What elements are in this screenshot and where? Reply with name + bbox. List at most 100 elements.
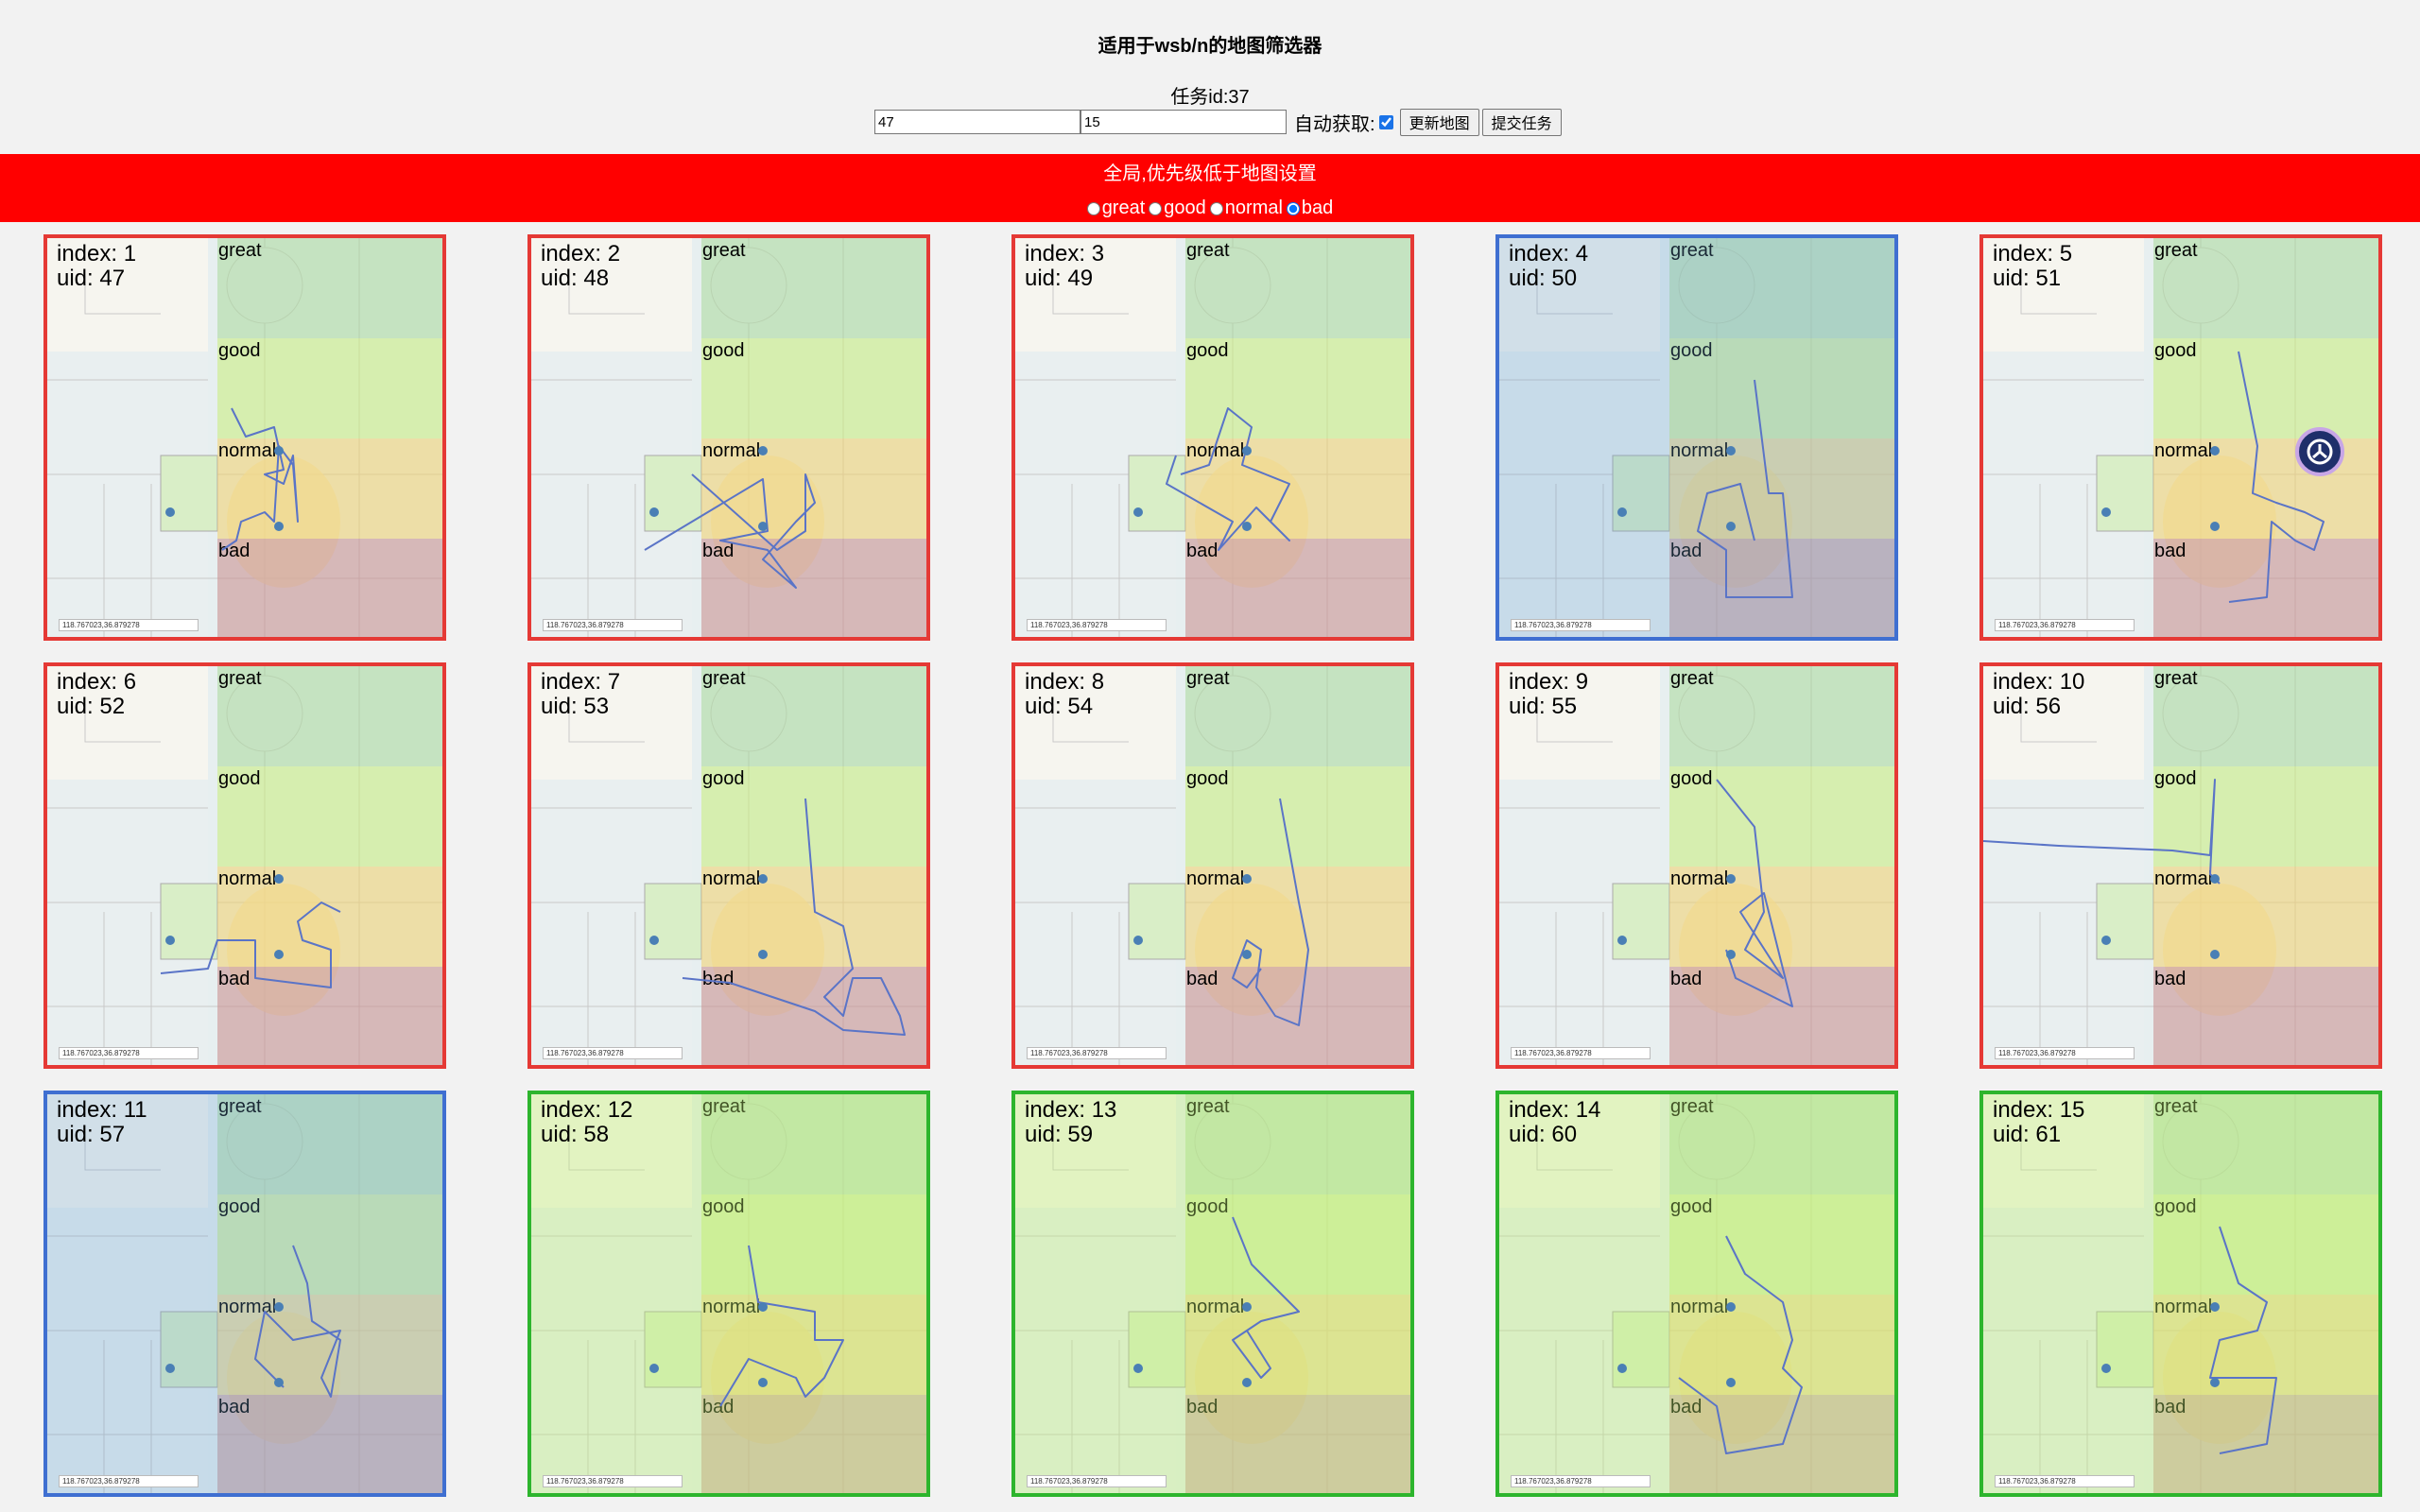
map-pin-icon <box>165 936 175 945</box>
coordinate-readout: 118.767023,36.879278 <box>59 619 199 631</box>
map-pin-icon <box>649 936 659 945</box>
card-index: index: 7 <box>541 669 621 695</box>
map-card[interactable]: great good normal bad index: 1 uid: 47 118.76… <box>43 234 446 641</box>
map-pin-icon <box>2210 446 2220 455</box>
card-header: index: 11 uid: 57 <box>57 1098 147 1147</box>
map-card[interactable]: great good normal bad index: 3 uid: 49 118.76… <box>1011 234 1414 641</box>
map-card[interactable]: great good normal bad index: 2 uid: 48 118.76… <box>527 234 930 641</box>
map-pin-icon <box>1726 874 1736 884</box>
track-route <box>682 798 906 1036</box>
auto-fetch-label: 自动获取: <box>1294 113 1375 135</box>
map-card[interactable]: great good normal bad index: 9 uid: 55 118.76… <box>1495 662 1898 1069</box>
radio-good[interactable] <box>1149 201 1163 215</box>
map-pin-icon <box>2210 1302 2220 1312</box>
coordinate-readout: 118.767023,36.879278 <box>1511 619 1651 631</box>
map-pin-icon <box>2210 874 2220 884</box>
map-card[interactable]: great good normal bad index: 12 uid: 58 118.7… <box>527 1091 930 1497</box>
map-pin-icon <box>1242 446 1252 455</box>
map-pin-icon <box>2210 522 2220 531</box>
floating-assistant-icon[interactable] <box>2295 427 2344 476</box>
map-pin-icon <box>274 950 284 959</box>
page-title: 适用于wsb/n的地图筛选器 <box>1098 36 1322 57</box>
card-header: index: 7 uid: 53 <box>541 670 620 719</box>
card-index: index: 6 <box>57 669 137 695</box>
card-index: index: 12 <box>541 1097 633 1123</box>
track-route <box>160 902 341 988</box>
map-card[interactable]: great good normal bad index: 13 uid: 59 118.7… <box>1011 1091 1414 1497</box>
track-route <box>1697 379 1793 598</box>
card-uid: uid: 56 <box>1993 694 2062 719</box>
start-uid-input[interactable] <box>874 110 1080 134</box>
map-pin-icon <box>758 522 768 531</box>
card-uid: uid: 53 <box>541 694 610 719</box>
map-pin-icon <box>2210 950 2220 959</box>
map-card[interactable]: great good normal bad index: 5 uid: 51 118.76… <box>1979 234 2382 641</box>
update-map-button[interactable]: 更新地图 <box>1399 108 1479 136</box>
coordinate-readout: 118.767023,36.879278 <box>59 1047 199 1059</box>
map-pin-icon <box>165 1364 175 1373</box>
map-card[interactable]: great good normal bad index: 15 uid: 61 118.7… <box>1979 1091 2382 1497</box>
count-input[interactable] <box>1080 110 1287 134</box>
map-card[interactable]: great good normal bad index: 11 uid: 57 118.7… <box>43 1091 446 1497</box>
submit-task-button[interactable]: 提交任务 <box>1481 108 1562 136</box>
map-pin-icon <box>1726 1378 1736 1387</box>
map-pin-icon <box>758 950 768 959</box>
map-card[interactable]: great good normal bad index: 8 uid: 54 118.76… <box>1011 662 1414 1069</box>
map-pin-icon <box>274 1378 284 1387</box>
map-card[interactable]: great good normal bad index: 7 uid: 53 118.76… <box>527 662 930 1069</box>
map-pin-icon <box>1242 522 1252 531</box>
map-card[interactable]: great good normal bad index: 14 uid: 60 118.7… <box>1495 1091 1898 1497</box>
card-uid: uid: 58 <box>541 1122 610 1147</box>
track-route <box>1983 779 2221 885</box>
radio-great[interactable] <box>1086 201 1100 215</box>
global-radio-good[interactable]: good <box>1149 198 1206 219</box>
map-card[interactable]: great good normal bad index: 4 uid: 50 118.76… <box>1495 234 1898 641</box>
map-pin-icon <box>1726 1302 1736 1312</box>
card-uid: uid: 51 <box>1993 266 2062 291</box>
map-pin-icon <box>1242 950 1252 959</box>
card-index: index: 13 <box>1025 1097 1117 1123</box>
map-card[interactable]: great good normal bad index: 6 uid: 52 118.76… <box>43 662 446 1069</box>
map-pin-icon <box>649 507 659 517</box>
card-index: index: 14 <box>1509 1097 1601 1123</box>
card-uid: uid: 50 <box>1509 266 1578 291</box>
card-header: index: 1 uid: 47 <box>57 242 136 291</box>
map-pin-icon <box>1726 522 1736 531</box>
global-radio-bad[interactable]: bad <box>1286 198 1333 219</box>
card-index: index: 15 <box>1993 1097 2085 1123</box>
task-id-label: 任务id:37 <box>1170 87 1250 108</box>
track-route <box>1232 798 1309 1026</box>
control-row: 自动获取: 更新地图 提交任务 <box>874 108 1562 136</box>
coordinate-readout: 118.767023,36.879278 <box>543 1475 683 1487</box>
map-pin-icon <box>274 874 284 884</box>
coordinate-readout: 118.767023,36.879278 <box>543 619 683 631</box>
radio-bad[interactable] <box>1286 201 1300 215</box>
map-card[interactable]: great good normal bad index: 10 uid: 56 118.7… <box>1979 662 2382 1069</box>
track-route <box>1232 1216 1300 1379</box>
map-pin-icon <box>1242 874 1252 884</box>
card-header: index: 8 uid: 54 <box>1025 670 1104 719</box>
map-pin-icon <box>2210 1378 2220 1387</box>
card-header: index: 4 uid: 50 <box>1509 242 1588 291</box>
map-pin-icon <box>1617 507 1627 517</box>
radio-normal[interactable] <box>1209 201 1223 215</box>
card-uid: uid: 48 <box>541 266 610 291</box>
coordinate-readout: 118.767023,36.879278 <box>543 1047 683 1059</box>
card-header: index: 13 uid: 59 <box>1025 1098 1116 1147</box>
map-pin-icon <box>758 1378 768 1387</box>
global-radio-normal[interactable]: normal <box>1209 198 1283 219</box>
map-pin-icon <box>1133 507 1143 517</box>
card-index: index: 4 <box>1509 241 1589 266</box>
card-header: index: 9 uid: 55 <box>1509 670 1588 719</box>
card-index: index: 5 <box>1993 241 2073 266</box>
map-pin-icon <box>274 1302 284 1312</box>
map-pin-icon <box>274 446 284 455</box>
card-uid: uid: 60 <box>1509 1122 1578 1147</box>
card-header: index: 6 uid: 52 <box>57 670 136 719</box>
auto-fetch-checkbox[interactable] <box>1378 114 1393 129</box>
card-index: index: 1 <box>57 241 137 266</box>
global-radio-great[interactable]: great <box>1086 198 1145 219</box>
card-uid: uid: 49 <box>1025 266 1094 291</box>
card-index: index: 2 <box>541 241 621 266</box>
card-header: index: 2 uid: 48 <box>541 242 620 291</box>
